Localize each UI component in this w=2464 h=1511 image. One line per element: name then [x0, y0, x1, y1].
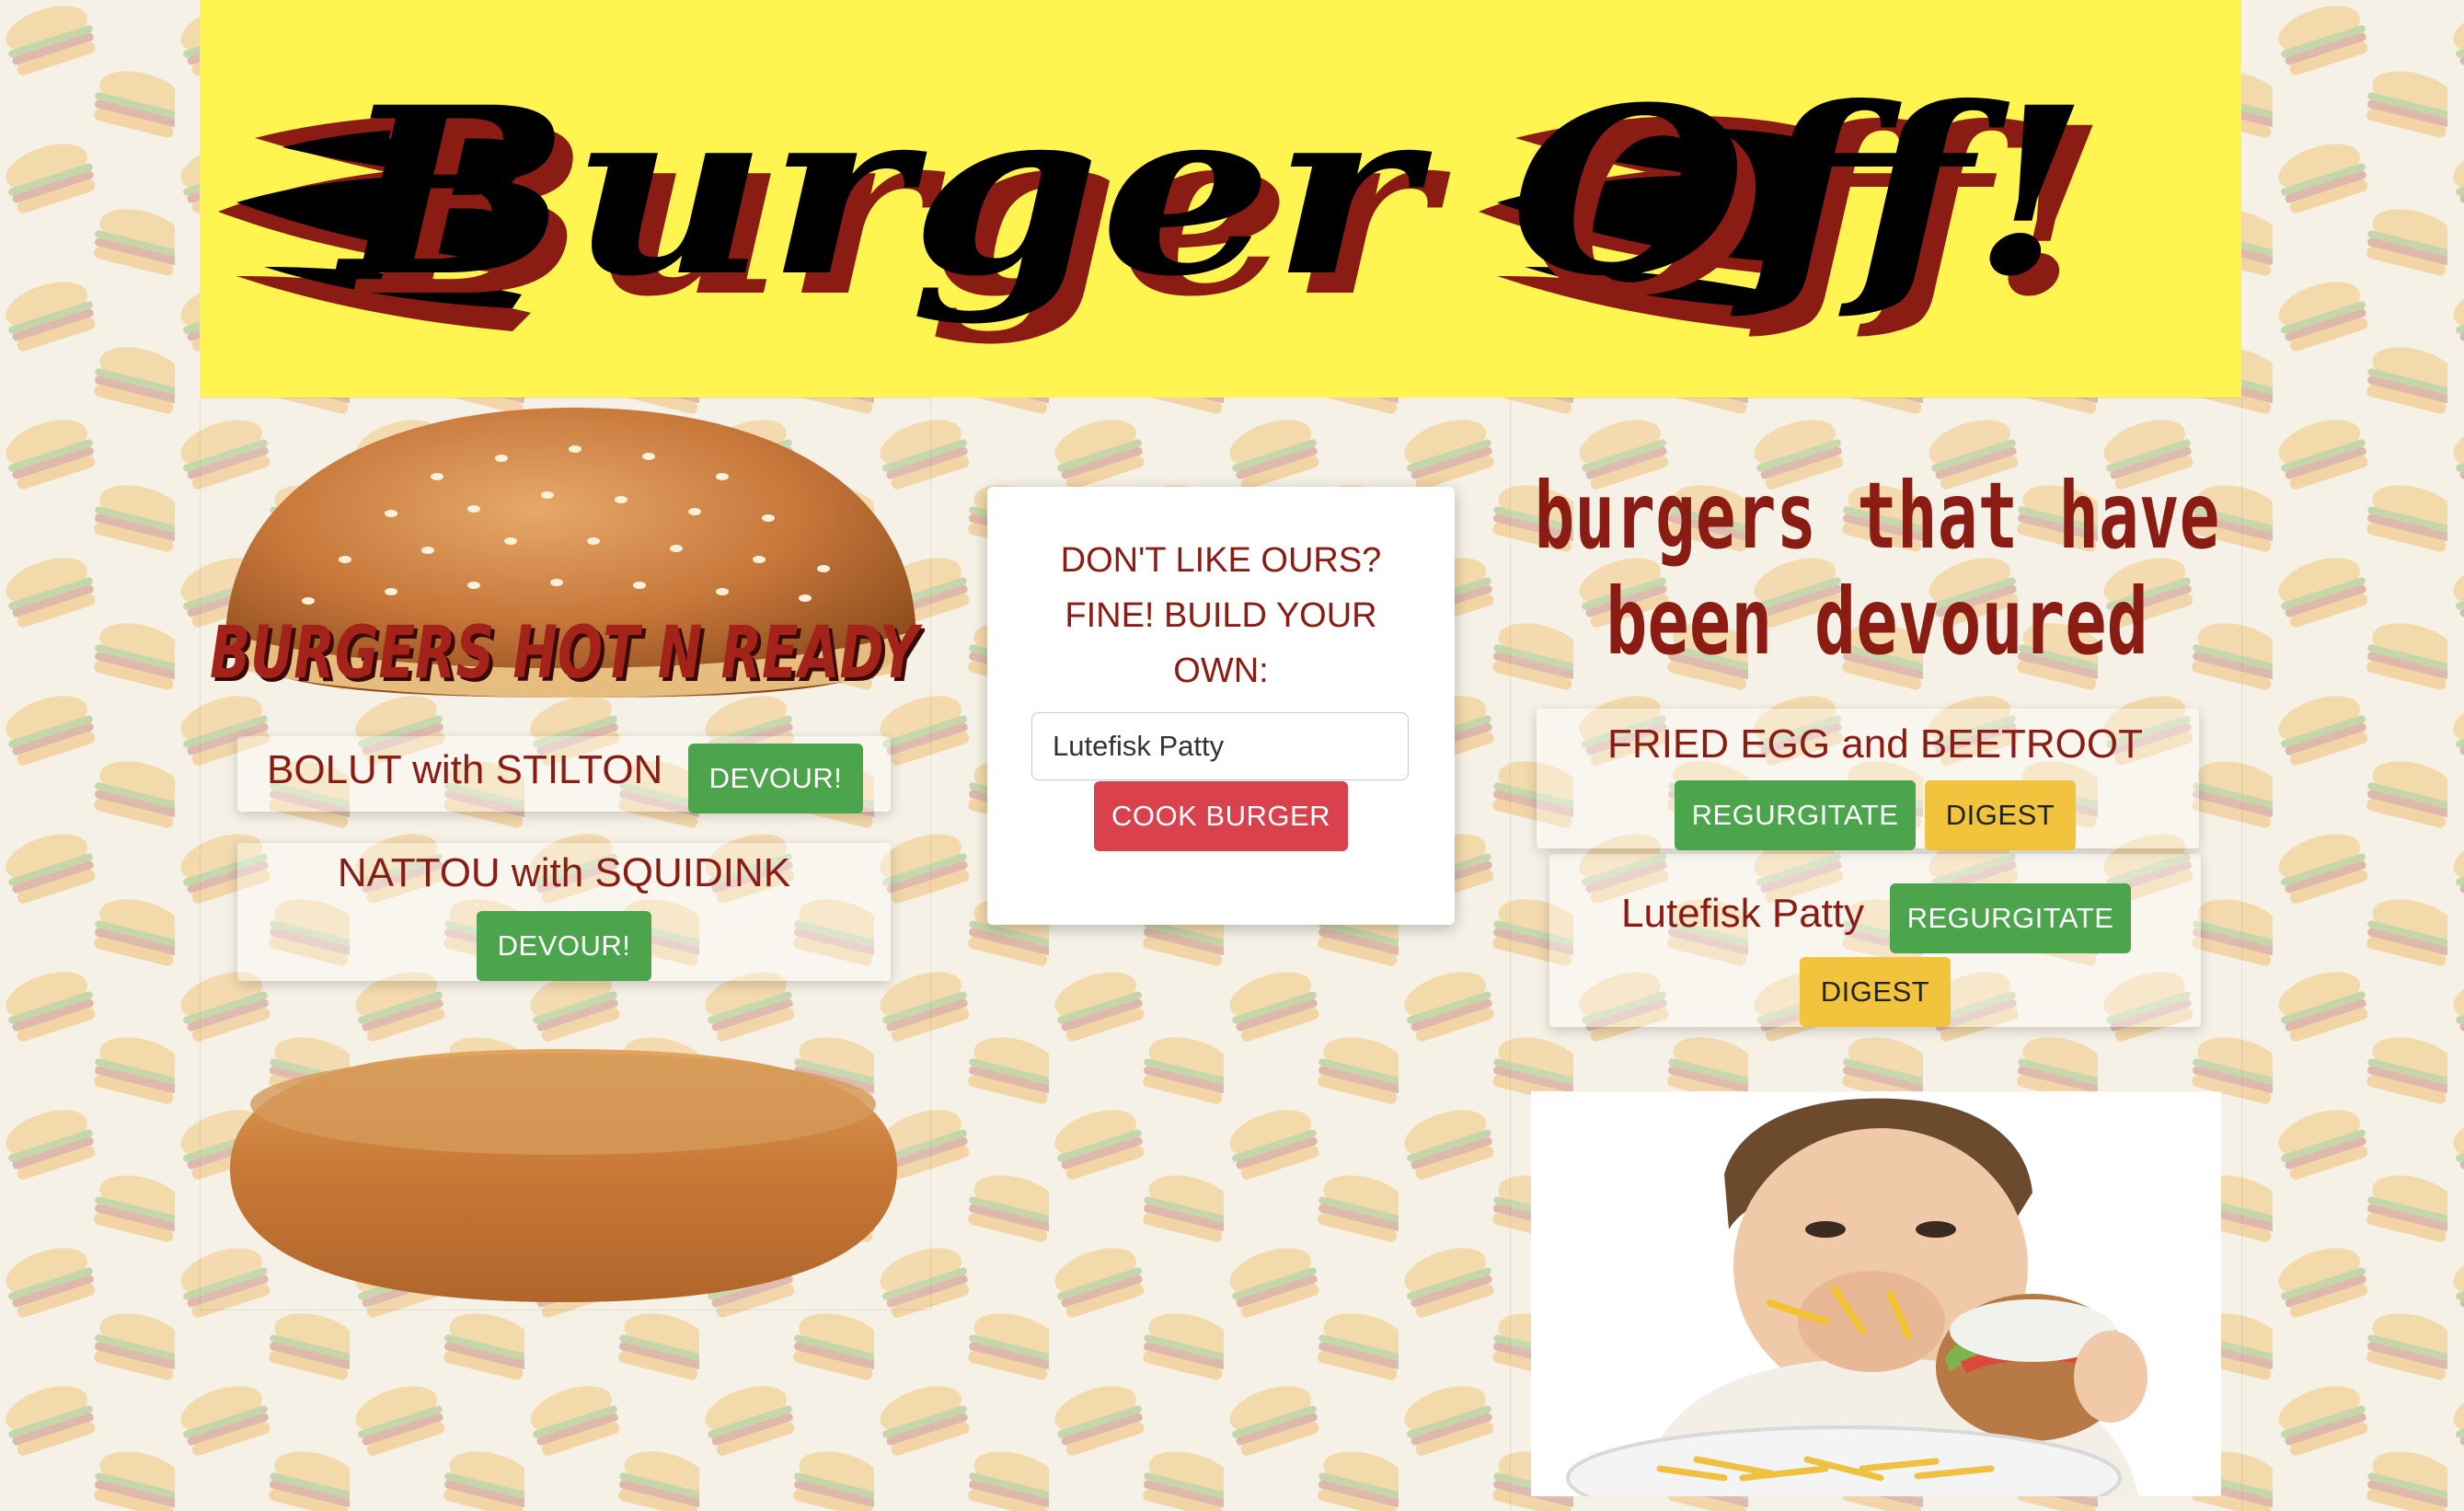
regurgitate-button[interactable]: REGURGITATE: [1675, 780, 1916, 850]
burger-name: BOLUT with STILTON: [267, 747, 663, 792]
burger-name: FRIED EGG and BEETROOT: [1607, 721, 2143, 767]
bun-bottom-icon: [230, 1049, 897, 1302]
regurgitate-button[interactable]: REGURGITATE: [1890, 883, 2131, 953]
svg-text:burgers that have: burgers that have: [1535, 462, 2220, 570]
cook-burger-button[interactable]: COOK BURGER: [1094, 781, 1348, 851]
digest-button[interactable]: DIGEST: [1925, 780, 2076, 850]
build-burger-card: DON'T LIKE OURS? FINE! BUILD YOUR OWN: C…: [987, 487, 1455, 925]
header-banner: Burger Off! Burger Off!: [200, 0, 2241, 398]
kid-eating-burger-image: [1531, 1091, 2221, 1496]
burger-name: Lutefisk Patty: [1621, 891, 1865, 936]
flame-icon: Burger Off! Burger Off!: [218, 56, 2108, 347]
svg-text:been devoured: been devoured: [1606, 568, 2148, 672]
ready-heading: BURGERS HOT N READY BURGERS HOT N READY: [210, 612, 925, 698]
devoured-heading: burgers that have been devoured: [1535, 462, 2220, 672]
devour-button[interactable]: DEVOUR!: [477, 911, 651, 981]
svg-text:BURGERS HOT N READY: BURGERS HOT N READY: [210, 612, 924, 695]
burger-name: NATTOU with SQUIDINK: [337, 850, 791, 895]
devour-button[interactable]: DEVOUR!: [688, 744, 863, 813]
digest-button[interactable]: DIGEST: [1800, 957, 1951, 1027]
app-logo-title: Burger Off!: [335, 56, 2090, 327]
burger-name-input[interactable]: [1031, 712, 1409, 780]
build-prompt: DON'T LIKE OURS? FINE! BUILD YOUR OWN:: [1060, 541, 1382, 690]
